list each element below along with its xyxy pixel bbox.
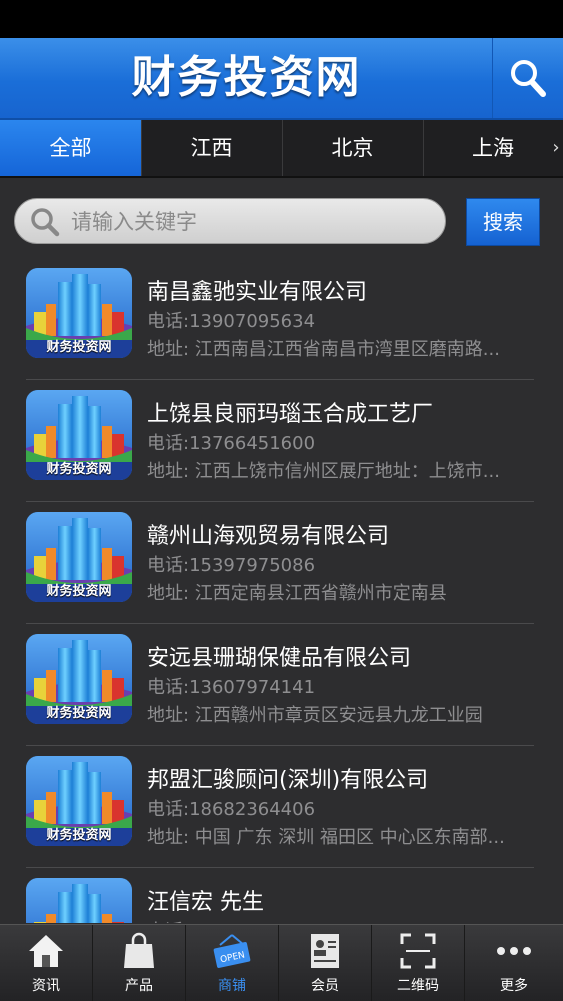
company-name: 安远县珊瑚保健品有限公司 [147, 646, 412, 671]
nav-more-label: 更多 [500, 978, 528, 994]
company-thumbnail: 财务投资网 [26, 634, 132, 724]
nav-shops[interactable]: OPEN 商铺 [186, 925, 279, 1001]
company-phone: 电话:18682364406 [147, 799, 316, 820]
search-icon [511, 60, 546, 97]
nav-products-label: 产品 [125, 978, 153, 994]
company-thumbnail: 财务投资网 [26, 756, 132, 846]
app-title: 财务投资网 [131, 52, 362, 103]
search-submit-button[interactable]: 搜索 [466, 198, 540, 246]
company-name: 邦盟汇骏顾问(深圳)有限公司 [147, 768, 429, 793]
company-address: 地址: 江西南昌江西省南昌市湾里区磨南路... [147, 339, 500, 360]
tab-all[interactable]: 全部 [0, 120, 142, 176]
company-address: 地址: 江西赣州市章贡区安远县九龙工业园 [147, 705, 483, 726]
thumbnail-caption: 财务投资网 [46, 828, 112, 843]
nav-qrcode-label: 二维码 [397, 978, 439, 994]
thumbnail-caption: 财务投资网 [46, 340, 112, 355]
tab-jiangxi[interactable]: 江西 [141, 120, 283, 176]
nav-members[interactable]: 会员 [279, 925, 372, 1001]
nav-shops-label: 商铺 [218, 978, 246, 994]
nav-products[interactable]: 产品 [93, 925, 186, 1001]
company-list: 财务投资网 南昌鑫驰实业有限公司电话:13907095634 地址: 江西南昌江西省… [0, 258, 563, 923]
company-thumbnail: 财务投资网 [26, 512, 132, 602]
nav-more[interactable]: 更多 [465, 925, 563, 1001]
nav-members-label: 会员 [311, 978, 339, 994]
company-name: 赣州山海观贸易有限公司 [147, 524, 390, 549]
status-bar [0, 0, 563, 38]
company-phone: 电话:13907095634 [147, 311, 316, 332]
header-search-button[interactable] [492, 38, 563, 118]
nav-news-label: 资讯 [32, 978, 60, 994]
company-phone: 电话:13607974141 [147, 677, 316, 698]
search-field[interactable] [14, 198, 446, 244]
thumbnail-caption: 财务投资网 [46, 462, 112, 477]
bottom-navigation: 资讯 产品 OPEN 商铺 会员 二维码 更多 [0, 924, 563, 1001]
search-bar: 搜索 [0, 178, 563, 258]
list-item[interactable]: 财务投资网 上饶县良丽玛瑙玉合成工艺厂电话:13766451600 地址: 江西上饶… [26, 380, 534, 502]
member-card-icon [311, 934, 339, 968]
list-item[interactable]: 财务投资网 安远县珊瑚保健品有限公司电话:13607974141 地址: 江西赣州市… [26, 624, 534, 746]
company-name: 汪信宏 先生 [147, 890, 264, 915]
shopping-bag-icon [124, 932, 154, 968]
company-name: 上饶县良丽玛瑙玉合成工艺厂 [147, 402, 434, 427]
company-phone: 电话:13766451600 [147, 433, 316, 454]
company-name: 南昌鑫驰实业有限公司 [147, 280, 368, 305]
company-thumbnail: 财务投资网 [26, 878, 132, 923]
company-phone: 电话:13718856009 [147, 917, 315, 923]
shop-sign-icon: OPEN [213, 934, 251, 968]
list-item[interactable]: 财务投资网 邦盟汇骏顾问(深圳)有限公司电话:18682364406 地址: 中国 … [26, 746, 534, 868]
search-input[interactable] [69, 205, 433, 239]
thumbnail-caption: 财务投资网 [46, 584, 112, 599]
list-item[interactable]: 财务投资网 南昌鑫驰实业有限公司电话:13907095634 地址: 江西南昌江西省… [26, 258, 534, 380]
list-item[interactable]: 财务投资网 赣州山海观贸易有限公司电话:15397975086 地址: 江西定南县江… [26, 502, 534, 624]
tabs-scroll-right-icon[interactable]: › [549, 120, 563, 176]
company-address: 地址: 江西定南县江西省赣州市定南县 [147, 583, 447, 604]
tab-beijing[interactable]: 北京 [282, 120, 424, 176]
nav-news[interactable]: 资讯 [0, 925, 93, 1001]
company-address: 地址: 中国 广东 深圳 福田区 中心区东南部... [147, 827, 505, 848]
qr-scan-icon [400, 933, 436, 969]
app-header: 财务投资网 [0, 38, 563, 120]
thumbnail-caption: 财务投资网 [46, 706, 112, 721]
region-tabs: ‹ 全部 江西 北京 上海 › [0, 120, 563, 178]
company-thumbnail: 财务投资网 [26, 268, 132, 358]
tab-shanghai[interactable]: 上海 [423, 120, 563, 176]
company-address: 地址: 江西上饶市信州区展厅地址：上饶市... [147, 461, 500, 482]
company-thumbnail: 财务投资网 [26, 390, 132, 480]
list-item[interactable]: 财务投资网汪信宏 先生电话:13718856009 [26, 868, 534, 923]
nav-qrcode[interactable]: 二维码 [372, 925, 465, 1001]
search-icon [31, 208, 60, 237]
home-icon [29, 935, 63, 967]
more-icon [497, 947, 531, 955]
company-phone: 电话:15397975086 [147, 555, 316, 576]
